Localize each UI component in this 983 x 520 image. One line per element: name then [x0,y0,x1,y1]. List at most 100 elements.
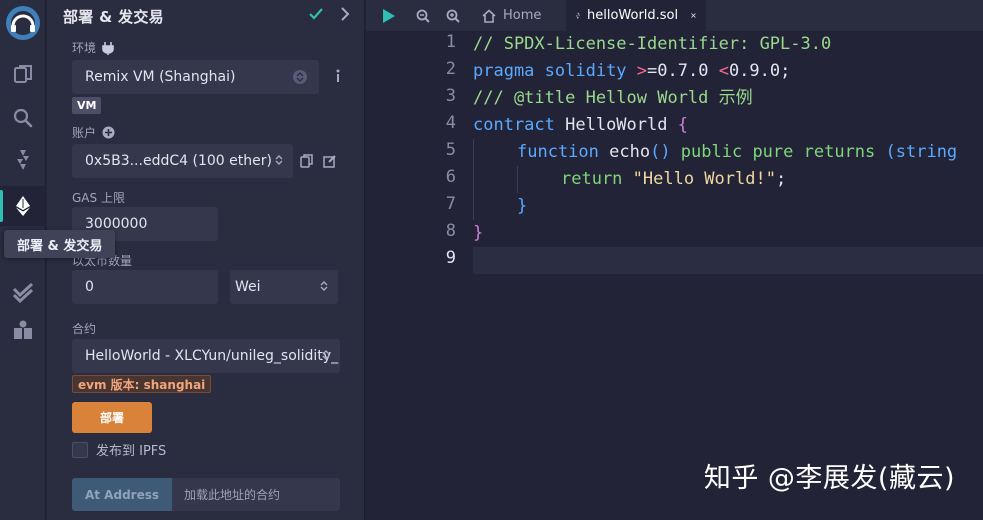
environment-label: 环境 [72,39,114,56]
zoom-in-icon[interactable] [442,0,464,31]
at-address-button[interactable]: At Address [72,478,172,511]
search-icon[interactable] [0,98,46,138]
watermark: 知乎 @李展发(藏云) [703,463,955,494]
home-icon [482,8,496,23]
editor-tab-bar: Home helloWorld.sol [366,0,983,31]
line-number: 3 [445,86,456,106]
line-number: 1 [445,32,456,52]
code-editor[interactable]: 1 2 3 4 5 6 7 8 9 // SPDX-License-Identi… [366,31,983,520]
info-icon[interactable] [333,68,343,88]
check-icon [308,6,324,26]
deploy-panel: 部署 & 发交易 环境 Remix VM (Shanghai) VM 账户 0x… [47,0,365,520]
paren: () [650,142,671,162]
line-number: 6 [445,167,456,187]
semicolon: ; [775,169,787,189]
solidity-compiler-icon[interactable] [0,140,46,180]
code-line-7: } [517,193,527,220]
code-line-3: /// @title Hellow World 示例 [473,85,753,112]
string: "Hello World!" [622,169,776,189]
identifier: echo [598,142,651,162]
gas-label: GAS 上限 [72,189,125,206]
line-number: 9 [445,248,456,268]
deploy-tooltip: 部署 & 发交易 [4,230,116,258]
current-line-highlight [473,247,983,274]
brace: { [677,115,688,135]
environment-select[interactable]: Remix VM (Shanghai) [72,60,319,94]
solidity-file-icon [576,12,580,19]
select-arrows-icon [320,280,328,296]
copy-icon[interactable] [300,153,313,172]
value-unit-select[interactable]: Wei [230,270,338,304]
value-amount: 0 [85,279,94,295]
operator: < [718,61,729,81]
value-input[interactable]: 0 [72,270,218,304]
account-label: 账户 [72,124,115,141]
operator: > [636,61,648,81]
icon-bar [0,0,46,520]
select-arrows-icon [293,70,307,84]
at-address-input[interactable]: 加载此地址的合约 [172,478,340,511]
select-arrows-icon [275,154,283,170]
contract-label: 合约 [72,320,96,337]
file-explorer-icon[interactable] [0,54,46,94]
tab-home-label: Home [503,8,542,23]
plug-icon [102,41,114,55]
select-arrows-icon [322,349,330,365]
tab-hello-world[interactable]: helloWorld.sol [566,0,706,31]
line-number: 7 [445,194,456,214]
chevron-right-icon[interactable] [337,6,353,26]
ipfs-checkbox[interactable] [72,441,88,458]
panel-title: 部署 & 发交易 [63,8,164,26]
contract-label-text: 合约 [72,322,97,336]
brace: } [517,196,528,216]
deploy-button[interactable]: 部署 [72,402,152,433]
plugin-manager-icon[interactable] [0,310,46,350]
account-label-text: 账户 [72,126,97,140]
code-line-6: return "Hello World!"; [561,166,786,193]
tab-home[interactable]: Home [472,0,560,31]
edit-icon[interactable] [323,153,337,172]
run-play-icon[interactable] [376,0,402,31]
plus-circle-icon[interactable] [102,126,115,139]
environment-label-text: 环境 [72,41,97,55]
line-number: 8 [445,221,456,241]
keyword: return [561,169,623,189]
type: (string [875,142,958,162]
modifier: public pure [670,142,804,162]
version: 0.9.0; [728,61,791,81]
ipfs-label: 发布到 IPFS [96,444,167,459]
version: =0.7.0 [647,61,719,81]
keyword: pragma [473,61,535,81]
line-number: 5 [445,140,456,160]
vm-badge: VM [72,97,102,114]
contract-select[interactable]: HelloWorld - XLCYun/unileg_solidity_ [72,339,340,373]
account-select[interactable]: 0x5B3...eddC4 (100 ether) [72,144,293,178]
zoom-out-icon[interactable] [412,0,434,31]
code-line-5: function echo() public pure returns (str… [517,139,957,166]
keyword: contract [473,115,555,135]
testing-check-icon[interactable] [0,272,46,312]
at-address-placeholder: 加载此地址的合约 [184,488,281,502]
comment: /// @title Hellow World 示例 [473,88,753,108]
line-number: 2 [445,59,456,79]
close-icon[interactable] [691,10,696,21]
identifier: solidity [534,61,637,81]
code-line-2: pragma solidity >=0.7.0 <0.9.0; [473,58,790,85]
code-line-4: contract HelloWorld { [473,112,688,139]
indent-guide [517,166,518,193]
indent-guide [473,139,474,220]
line-number: 4 [445,113,456,133]
identifier: HelloWorld [554,115,678,135]
tab-hello-world-label: helloWorld.sol [586,8,679,23]
brace: } [473,223,484,243]
remix-logo-icon[interactable] [0,0,46,46]
ipfs-row: 发布到 IPFS [72,440,166,459]
contract-value: HelloWorld - XLCYun/unileg_solidity_ [85,348,339,364]
account-value: 0x5B3...eddC4 (100 ether) [85,153,272,169]
environment-value: Remix VM (Shanghai) [85,69,236,85]
comment: // SPDX-License-Identifier: GPL-3.0 [473,34,832,54]
keyword: function [517,142,599,162]
deploy-run-icon[interactable] [0,186,46,226]
code-line-1: // SPDX-License-Identifier: GPL-3.0 [473,31,831,58]
gas-label-text: GAS 上限 [72,191,125,205]
